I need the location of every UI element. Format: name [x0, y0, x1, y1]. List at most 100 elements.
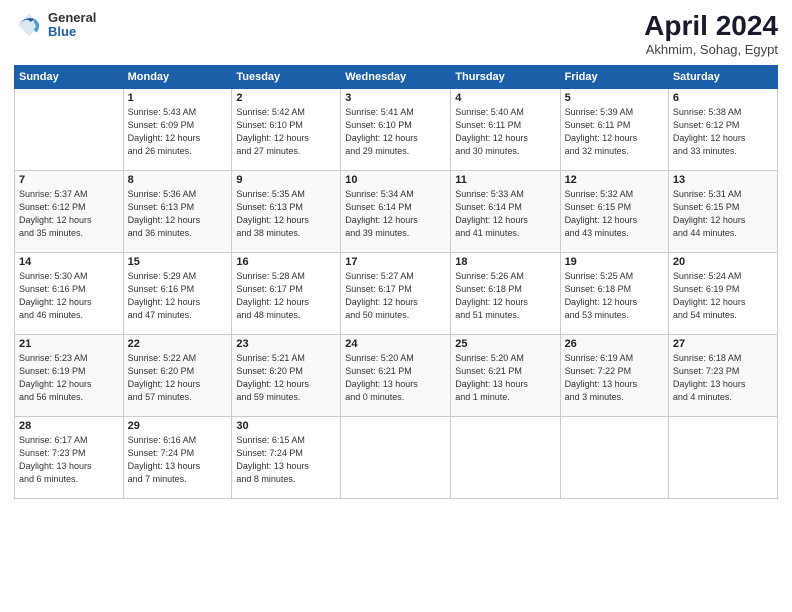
logo-icon	[14, 10, 44, 40]
day-info: Sunrise: 5:27 AM Sunset: 6:17 PM Dayligh…	[345, 270, 446, 322]
calendar-cell: 9 Sunrise: 5:35 AM Sunset: 6:13 PM Daylig…	[232, 171, 341, 253]
day-number: 21	[19, 338, 119, 350]
day-number: 5	[565, 92, 664, 104]
calendar-week-row-4: 21 Sunrise: 5:23 AM Sunset: 6:19 PM Dayli…	[15, 335, 778, 417]
day-info: Sunrise: 5:29 AM Sunset: 6:16 PM Dayligh…	[128, 270, 228, 322]
day-info: Sunrise: 5:20 AM Sunset: 6:21 PM Dayligh…	[455, 352, 555, 404]
weekday-header-friday: Friday	[560, 66, 668, 89]
day-info: Sunrise: 5:30 AM Sunset: 6:16 PM Dayligh…	[19, 270, 119, 322]
calendar-week-row-1: 1Sunrise: 5:43 AM Sunset: 6:09 PM Daylig…	[15, 89, 778, 171]
day-info: Sunrise: 5:31 AM Sunset: 6:15 PM Dayligh…	[673, 188, 773, 240]
day-number: 2	[236, 92, 336, 104]
calendar-cell: 1Sunrise: 5:43 AM Sunset: 6:09 PM Daylig…	[123, 89, 232, 171]
calendar-week-row-3: 14 Sunrise: 5:30 AM Sunset: 6:16 PM Dayli…	[15, 253, 778, 335]
calendar-cell: 28Sunrise: 6:17 AM Sunset: 7:23 PM Dayli…	[15, 417, 124, 499]
day-number: 4	[455, 92, 555, 104]
day-info: Sunrise: 5:23 AM Sunset: 6:19 PM Dayligh…	[19, 352, 119, 404]
day-number: 12	[565, 174, 664, 186]
title-block: April 2024 Akhmim, Sohag, Egypt	[644, 10, 778, 57]
calendar-week-row-5: 28Sunrise: 6:17 AM Sunset: 7:23 PM Dayli…	[15, 417, 778, 499]
main-title: April 2024	[644, 10, 778, 42]
calendar-cell	[560, 417, 668, 499]
calendar-cell: 17 Sunrise: 5:27 AM Sunset: 6:17 PM Dayli…	[341, 253, 451, 335]
day-number: 14	[19, 256, 119, 268]
calendar-cell: 6 Sunrise: 5:38 AM Sunset: 6:12 PM Daylig…	[668, 89, 777, 171]
day-info: Sunrise: 5:37 AM Sunset: 6:12 PM Dayligh…	[19, 188, 119, 240]
calendar-cell: 10Sunrise: 5:34 AM Sunset: 6:14 PM Dayli…	[341, 171, 451, 253]
calendar-cell: 16 Sunrise: 5:28 AM Sunset: 6:17 PM Dayli…	[232, 253, 341, 335]
calendar-week-row-2: 7Sunrise: 5:37 AM Sunset: 6:12 PM Daylig…	[15, 171, 778, 253]
logo-blue-text: Blue	[48, 25, 96, 39]
day-number: 19	[565, 256, 664, 268]
weekday-header-wednesday: Wednesday	[341, 66, 451, 89]
day-info: Sunrise: 5:26 AM Sunset: 6:18 PM Dayligh…	[455, 270, 555, 322]
day-number: 6	[673, 92, 773, 104]
logo-general-text: General	[48, 11, 96, 25]
calendar-cell: 30 Sunrise: 6:15 AM Sunset: 7:24 PM Dayli…	[232, 417, 341, 499]
day-number: 1	[128, 92, 228, 104]
day-info: Sunrise: 5:20 AM Sunset: 6:21 PM Dayligh…	[345, 352, 446, 404]
day-info: Sunrise: 5:22 AM Sunset: 6:20 PM Dayligh…	[128, 352, 228, 404]
day-number: 8	[128, 174, 228, 186]
day-info: Sunrise: 5:21 AM Sunset: 6:20 PM Dayligh…	[236, 352, 336, 404]
calendar-cell: 20 Sunrise: 5:24 AM Sunset: 6:19 PM Dayli…	[668, 253, 777, 335]
header: General Blue April 2024 Akhmim, Sohag, E…	[14, 10, 778, 57]
day-info: Sunrise: 6:19 AM Sunset: 7:22 PM Dayligh…	[565, 352, 664, 404]
logo-text: General Blue	[48, 11, 96, 40]
day-info: Sunrise: 5:38 AM Sunset: 6:12 PM Dayligh…	[673, 106, 773, 158]
day-info: Sunrise: 6:15 AM Sunset: 7:24 PM Dayligh…	[236, 434, 336, 486]
day-info: Sunrise: 5:32 AM Sunset: 6:15 PM Dayligh…	[565, 188, 664, 240]
calendar-cell: 24 Sunrise: 5:20 AM Sunset: 6:21 PM Dayli…	[341, 335, 451, 417]
calendar-cell: 26Sunrise: 6:19 AM Sunset: 7:22 PM Dayli…	[560, 335, 668, 417]
day-number: 3	[345, 92, 446, 104]
day-info: Sunrise: 5:39 AM Sunset: 6:11 PM Dayligh…	[565, 106, 664, 158]
subtitle: Akhmim, Sohag, Egypt	[644, 42, 778, 57]
calendar-cell: 3Sunrise: 5:41 AM Sunset: 6:10 PM Daylig…	[341, 89, 451, 171]
day-number: 27	[673, 338, 773, 350]
calendar-cell: 21 Sunrise: 5:23 AM Sunset: 6:19 PM Dayli…	[15, 335, 124, 417]
day-number: 20	[673, 256, 773, 268]
calendar-cell: 29 Sunrise: 6:16 AM Sunset: 7:24 PM Dayli…	[123, 417, 232, 499]
calendar-cell: 11Sunrise: 5:33 AM Sunset: 6:14 PM Dayli…	[451, 171, 560, 253]
day-info: Sunrise: 5:35 AM Sunset: 6:13 PM Dayligh…	[236, 188, 336, 240]
day-info: Sunrise: 5:36 AM Sunset: 6:13 PM Dayligh…	[128, 188, 228, 240]
day-number: 22	[128, 338, 228, 350]
calendar-cell	[451, 417, 560, 499]
day-number: 16	[236, 256, 336, 268]
calendar-cell: 23Sunrise: 5:21 AM Sunset: 6:20 PM Dayli…	[232, 335, 341, 417]
day-info: Sunrise: 5:24 AM Sunset: 6:19 PM Dayligh…	[673, 270, 773, 322]
weekday-header-sunday: Sunday	[15, 66, 124, 89]
day-info: Sunrise: 5:25 AM Sunset: 6:18 PM Dayligh…	[565, 270, 664, 322]
day-info: Sunrise: 5:40 AM Sunset: 6:11 PM Dayligh…	[455, 106, 555, 158]
day-info: Sunrise: 6:18 AM Sunset: 7:23 PM Dayligh…	[673, 352, 773, 404]
day-number: 9	[236, 174, 336, 186]
day-number: 29	[128, 420, 228, 432]
weekday-header-saturday: Saturday	[668, 66, 777, 89]
calendar-cell: 12 Sunrise: 5:32 AM Sunset: 6:15 PM Dayli…	[560, 171, 668, 253]
calendar-cell: 19 Sunrise: 5:25 AM Sunset: 6:18 PM Dayli…	[560, 253, 668, 335]
page: General Blue April 2024 Akhmim, Sohag, E…	[0, 0, 792, 612]
weekday-header-row: SundayMondayTuesdayWednesdayThursdayFrid…	[15, 66, 778, 89]
calendar-cell	[341, 417, 451, 499]
calendar-cell: 8 Sunrise: 5:36 AM Sunset: 6:13 PM Daylig…	[123, 171, 232, 253]
calendar-table: SundayMondayTuesdayWednesdayThursdayFrid…	[14, 65, 778, 499]
day-number: 18	[455, 256, 555, 268]
day-number: 24	[345, 338, 446, 350]
day-info: Sunrise: 6:16 AM Sunset: 7:24 PM Dayligh…	[128, 434, 228, 486]
day-number: 30	[236, 420, 336, 432]
day-number: 17	[345, 256, 446, 268]
calendar-cell: 5 Sunrise: 5:39 AM Sunset: 6:11 PM Daylig…	[560, 89, 668, 171]
calendar-cell	[15, 89, 124, 171]
calendar-cell	[668, 417, 777, 499]
calendar-cell: 22 Sunrise: 5:22 AM Sunset: 6:20 PM Dayli…	[123, 335, 232, 417]
day-info: Sunrise: 5:34 AM Sunset: 6:14 PM Dayligh…	[345, 188, 446, 240]
day-number: 13	[673, 174, 773, 186]
calendar-cell: 14 Sunrise: 5:30 AM Sunset: 6:16 PM Dayli…	[15, 253, 124, 335]
day-info: Sunrise: 6:17 AM Sunset: 7:23 PM Dayligh…	[19, 434, 119, 486]
calendar-cell: 13 Sunrise: 5:31 AM Sunset: 6:15 PM Dayli…	[668, 171, 777, 253]
calendar-cell: 27 Sunrise: 6:18 AM Sunset: 7:23 PM Dayli…	[668, 335, 777, 417]
calendar-cell: 18 Sunrise: 5:26 AM Sunset: 6:18 PM Dayli…	[451, 253, 560, 335]
day-number: 25	[455, 338, 555, 350]
day-info: Sunrise: 5:28 AM Sunset: 6:17 PM Dayligh…	[236, 270, 336, 322]
logo: General Blue	[14, 10, 96, 40]
